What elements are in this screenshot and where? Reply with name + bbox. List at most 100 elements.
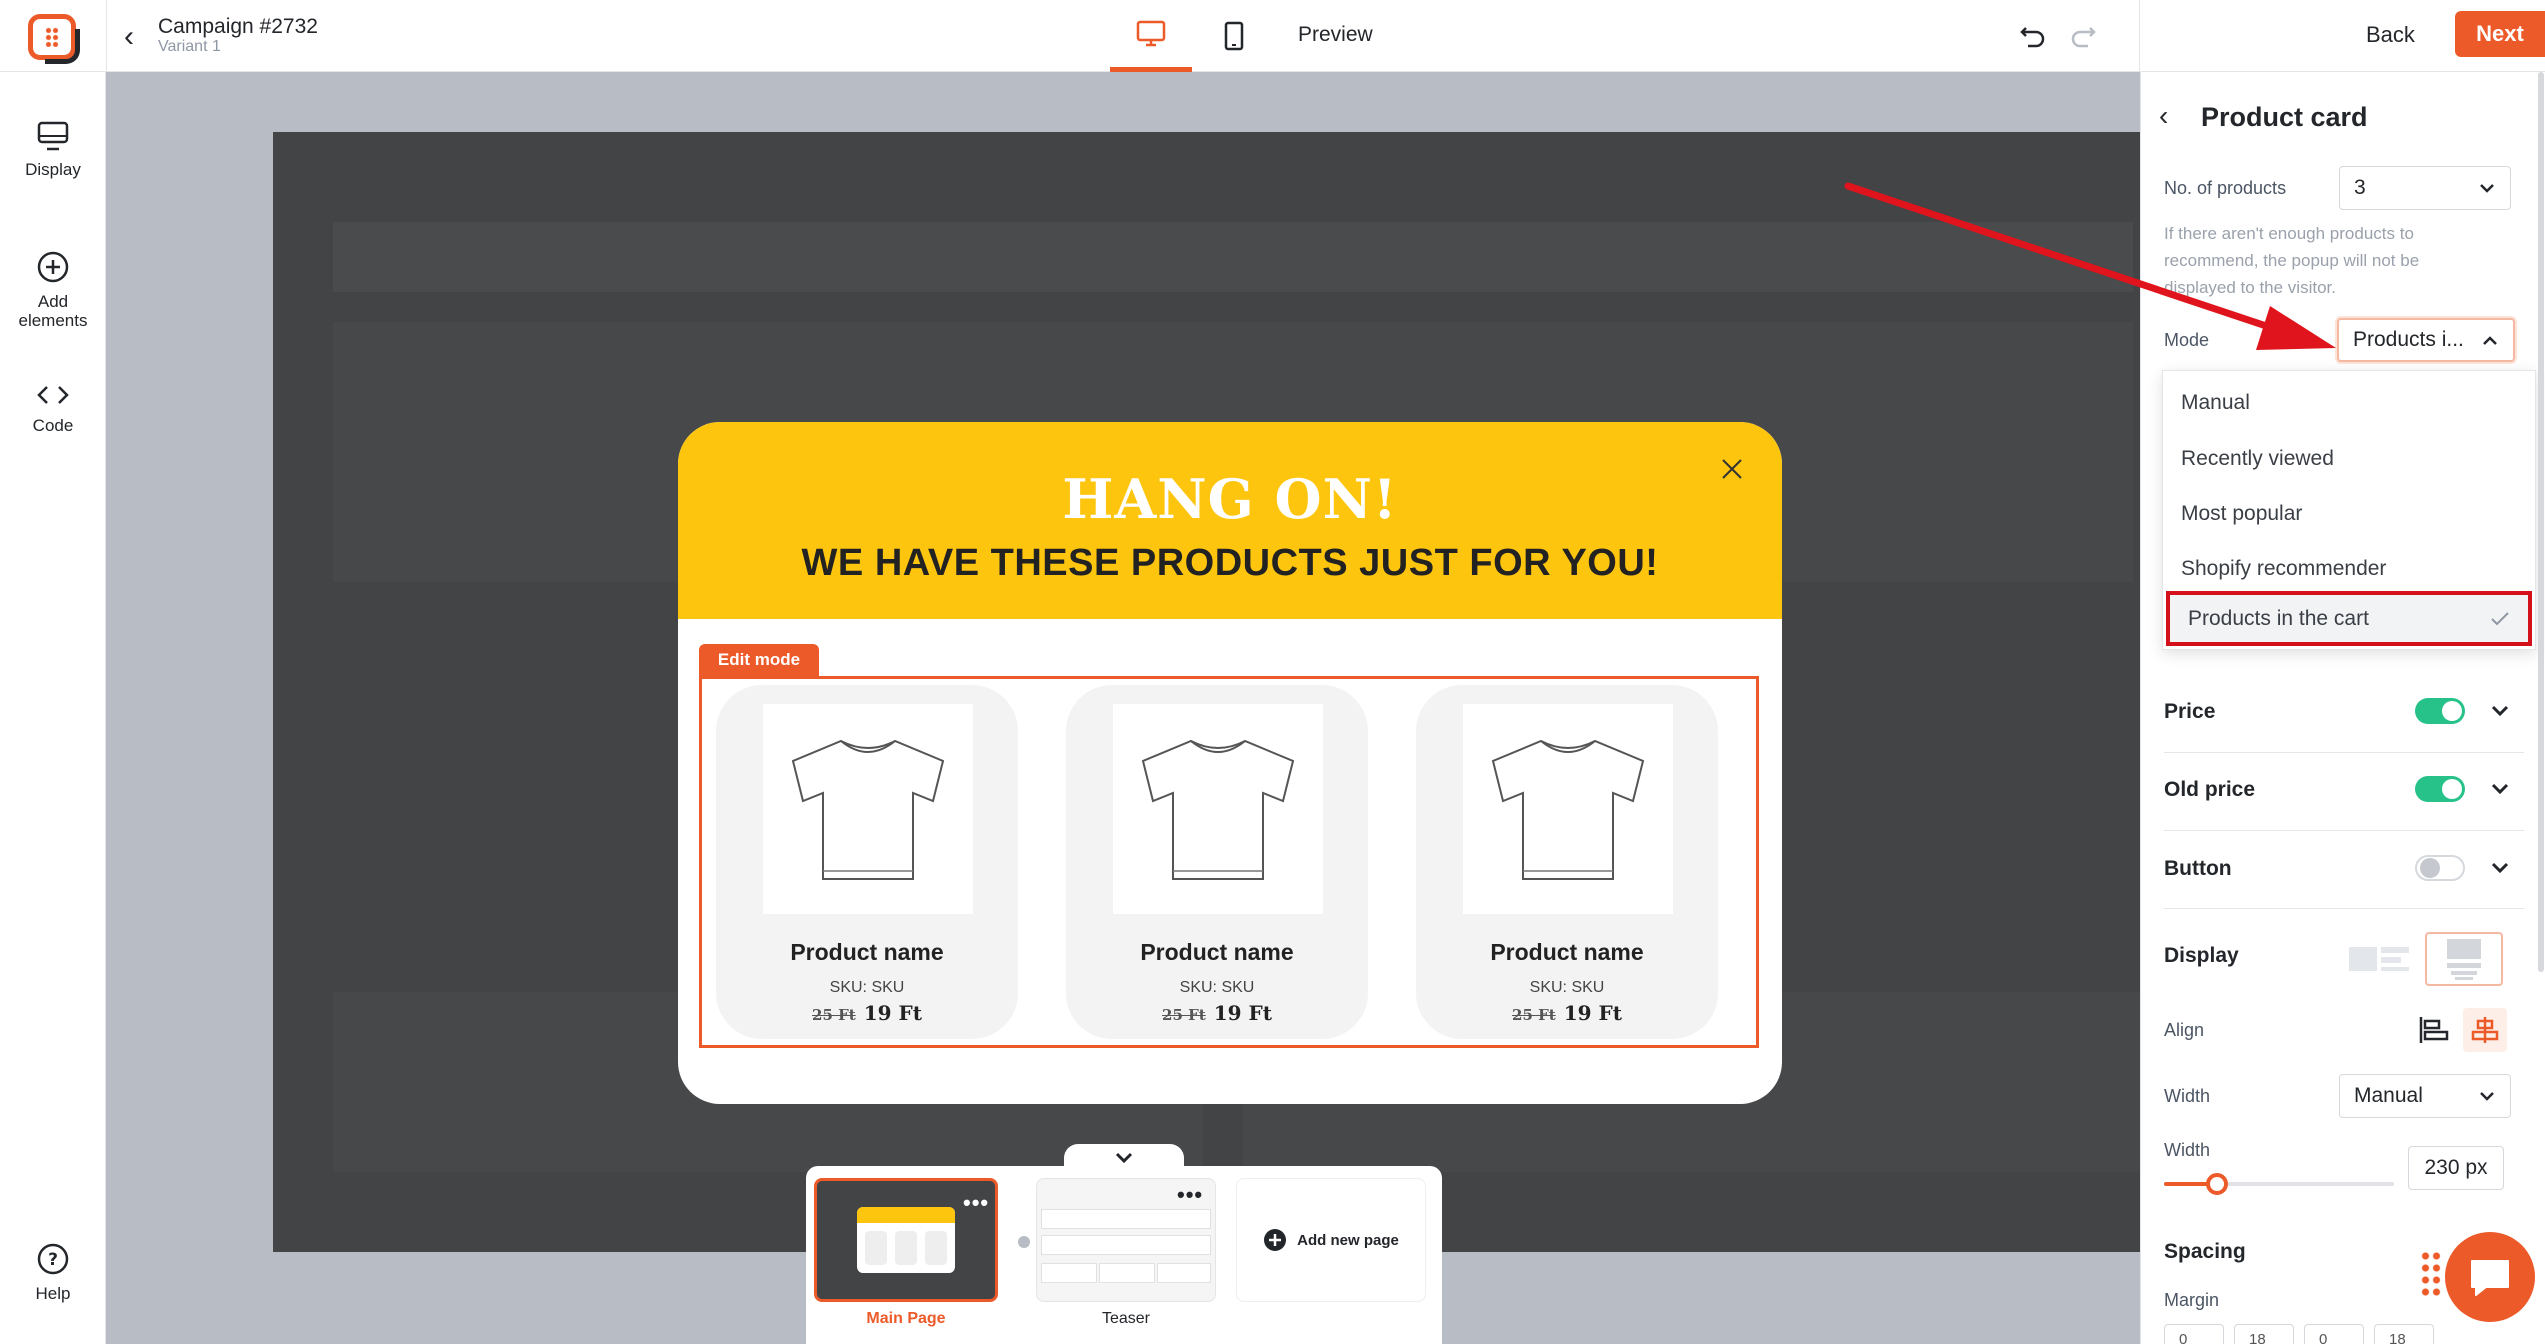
- mode-option-recently-viewed[interactable]: Recently viewed: [2163, 431, 2535, 486]
- price: 19 Ft: [1563, 1001, 1622, 1025]
- sidebar-item-code[interactable]: Code: [0, 382, 106, 436]
- margin-right-input[interactable]: 18: [2234, 1324, 2294, 1344]
- mode-option-label: Products in the cart: [2188, 606, 2369, 630]
- chevron-down-icon[interactable]: [2491, 861, 2509, 875]
- mode-select[interactable]: Products i...: [2337, 318, 2515, 362]
- redo-icon[interactable]: [2068, 18, 2098, 53]
- page-thumbnail-teaser[interactable]: •••: [1036, 1178, 1216, 1302]
- spacing-section-label: Spacing: [2164, 1240, 2246, 1263]
- close-icon[interactable]: [1721, 458, 1743, 485]
- width-mode-select[interactable]: Manual: [2339, 1074, 2511, 1118]
- layout-vertical-icon: [2447, 939, 2481, 980]
- settings-panel: ‹ Product card No. of products 3 If ther…: [2140, 72, 2545, 1344]
- chat-icon: [2471, 1260, 2509, 1296]
- price-section-label: Price: [2164, 700, 2216, 723]
- sidebar-item-label: Display: [25, 160, 81, 179]
- product-card[interactable]: Product name SKU: SKU 25 Ft 19 Ft: [1066, 685, 1368, 1039]
- drag-handle-icon[interactable]: [2420, 1250, 2442, 1298]
- plus-circle-icon: [1264, 1229, 1287, 1251]
- width-slider-handle[interactable]: [2206, 1173, 2228, 1195]
- undo-icon[interactable]: [2018, 18, 2048, 53]
- old-price: 25 Ft: [1162, 1006, 1206, 1024]
- chevron-down-icon[interactable]: [2491, 704, 2509, 718]
- page-label-main[interactable]: Main Page: [814, 1310, 998, 1328]
- page-thumbnail-main[interactable]: •••: [814, 1178, 998, 1302]
- sidebar-item-add-elements[interactable]: Add elements: [0, 250, 106, 330]
- price-toggle[interactable]: [2415, 698, 2465, 724]
- num-products-help: If there aren't enough products to recom…: [2164, 224, 2420, 297]
- product-name: Product name: [1140, 939, 1294, 965]
- app-logo[interactable]: [28, 14, 80, 64]
- page-connector: [1018, 1236, 1030, 1248]
- more-options-icon[interactable]: •••: [1177, 1184, 1203, 1206]
- panel-title: Product card: [2201, 102, 2368, 132]
- popup-subheadline[interactable]: WE HAVE THESE PRODUCTS JUST FOR YOU!: [678, 542, 1782, 585]
- margin-left-input[interactable]: 18: [2374, 1324, 2434, 1344]
- tshirt-icon: [1141, 739, 1295, 880]
- width-label: Width: [2164, 1140, 2211, 1160]
- product-prices: 25 Ft 19 Ft: [716, 1001, 1018, 1025]
- width-slider[interactable]: [2164, 1173, 2394, 1195]
- preview-button[interactable]: Preview: [1298, 23, 1373, 47]
- display-horizontal-option[interactable]: [2341, 932, 2419, 986]
- sidebar-item-label: Code: [32, 416, 74, 435]
- product-card[interactable]: Product name SKU: SKU 25 Ft 19 Ft: [1416, 685, 1718, 1039]
- old-price-section-label: Old price: [2164, 778, 2256, 801]
- popup-header: HANG ON! WE HAVE THESE PRODUCTS JUST FOR…: [678, 422, 1782, 619]
- product-element-selection[interactable]: Product name SKU: SKU 25 Ft 19 Ft Product…: [699, 676, 1759, 1048]
- chevron-down-icon: [2480, 1092, 2494, 1101]
- mode-value: Products i...: [2353, 328, 2464, 351]
- width-mode-label: Width: [2164, 1086, 2211, 1106]
- align-center-option[interactable]: [2463, 1008, 2507, 1052]
- mode-label: Mode: [2164, 330, 2210, 350]
- edit-mode-badge: Edit mode: [699, 644, 819, 676]
- divider: [2164, 830, 2524, 831]
- layout-horizontal-icon: [2349, 947, 2409, 971]
- page-label-teaser[interactable]: Teaser: [1036, 1310, 1216, 1328]
- popup-headline[interactable]: HANG ON!: [678, 467, 1782, 531]
- button-toggle[interactable]: [2415, 855, 2465, 881]
- mode-option-manual[interactable]: Manual: [2163, 375, 2535, 430]
- chat-support-button[interactable]: [2445, 1232, 2535, 1322]
- desktop-view-button[interactable]: [1110, 0, 1192, 72]
- num-products-select[interactable]: 3: [2339, 166, 2511, 210]
- product-card[interactable]: Product name SKU: SKU 25 Ft 19 Ft: [716, 685, 1018, 1039]
- divider: [2164, 752, 2524, 753]
- top-bar: ‹ Campaign #2732 Variant 1 Preview Back …: [0, 0, 2545, 72]
- price: 19 Ft: [1213, 1001, 1272, 1025]
- product-image: [763, 704, 973, 914]
- sidebar-item-display[interactable]: Display: [0, 120, 106, 180]
- page-preview: [857, 1207, 955, 1273]
- background-block: [333, 222, 2133, 292]
- align-left-option[interactable]: [2411, 1008, 2455, 1052]
- old-price: 25 Ft: [812, 1006, 856, 1024]
- mode-option-products-in-cart[interactable]: Products in the cart: [2166, 591, 2532, 646]
- mobile-icon: [1224, 21, 1244, 51]
- margin-top-input[interactable]: 0: [2164, 1324, 2224, 1344]
- back-arrow-icon[interactable]: ‹: [124, 22, 134, 52]
- product-name: Product name: [790, 939, 944, 965]
- display-vertical-option[interactable]: [2425, 932, 2503, 986]
- page-strip: ••• Main Page ••• Teaser Add new page: [806, 1166, 1442, 1344]
- panel-scrollbar[interactable]: [2538, 72, 2544, 972]
- next-button[interactable]: Next: [2455, 11, 2545, 57]
- product-name: Product name: [1490, 939, 1644, 965]
- sidebar-item-help[interactable]: ? Help: [0, 1242, 106, 1304]
- mode-option-most-popular[interactable]: Most popular: [2163, 486, 2535, 541]
- svg-text:?: ?: [48, 1250, 58, 1270]
- width-mode-value: Manual: [2354, 1084, 2423, 1107]
- margin-label: Margin: [2164, 1290, 2220, 1310]
- back-arrow-icon[interactable]: ‹: [2159, 102, 2168, 130]
- mode-option-shopify-recommender[interactable]: Shopify recommender: [2163, 541, 2535, 596]
- chevron-down-icon[interactable]: [2491, 782, 2509, 796]
- old-price-toggle[interactable]: [2415, 776, 2465, 802]
- question-circle-icon: ?: [37, 1243, 69, 1275]
- chevron-up-icon: [2483, 336, 2497, 345]
- back-button[interactable]: Back: [2366, 22, 2415, 48]
- margin-bottom-input[interactable]: 0: [2304, 1324, 2364, 1344]
- more-options-icon[interactable]: •••: [963, 1192, 989, 1214]
- add-new-page-button[interactable]: Add new page: [1236, 1178, 1426, 1302]
- width-input[interactable]: 230 px: [2408, 1146, 2504, 1190]
- mobile-view-button[interactable]: [1193, 0, 1275, 72]
- popup-preview[interactable]: HANG ON! WE HAVE THESE PRODUCTS JUST FOR…: [678, 422, 1782, 1104]
